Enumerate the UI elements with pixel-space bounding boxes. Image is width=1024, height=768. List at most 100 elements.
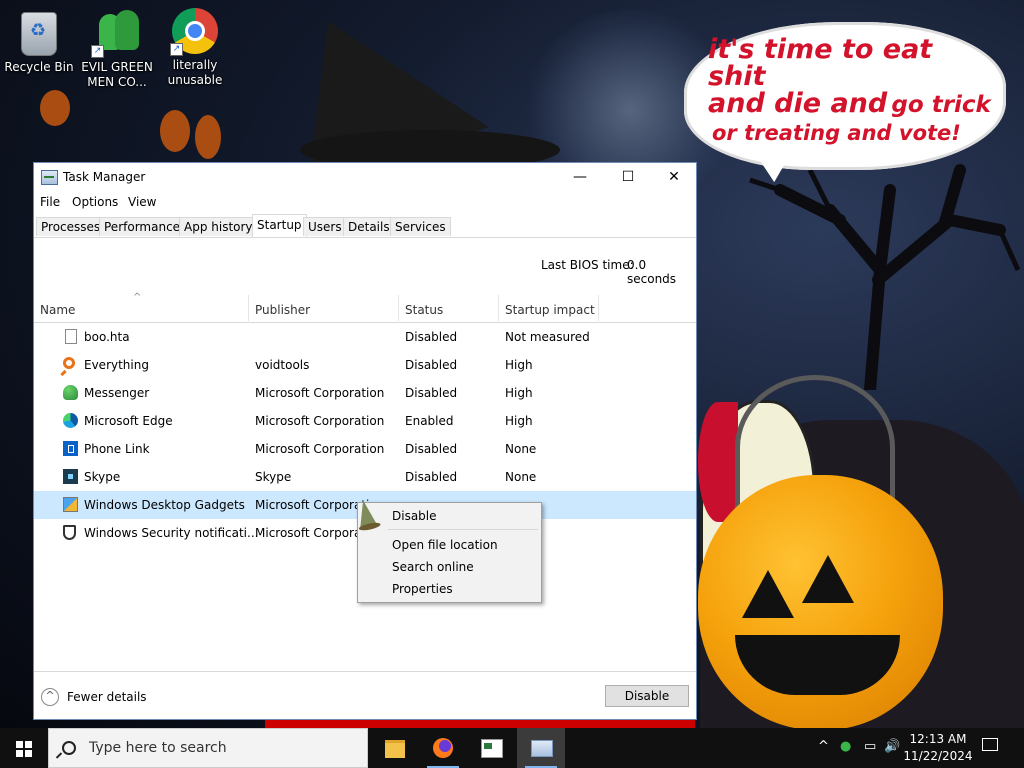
tab-app-history[interactable]: App history: [179, 217, 258, 236]
row-name: boo.hta: [84, 330, 130, 344]
windows-logo-icon: [25, 741, 32, 748]
row-name: Messenger: [84, 386, 150, 400]
tab-services[interactable]: Services: [390, 217, 451, 236]
people-tray-icon[interactable]: ●: [840, 739, 851, 754]
speech-line-2a: and die and: [708, 88, 888, 119]
table-row[interactable]: Skype Skype Disabled None: [34, 463, 696, 491]
column-divider[interactable]: [498, 295, 499, 321]
speech-line-3: or treating and vote!: [712, 121, 961, 145]
start-button[interactable]: [0, 728, 48, 768]
context-menu-separator: [388, 529, 538, 530]
bios-time-label: Last BIOS time:: [541, 258, 634, 272]
desktop-icon-label: literally unusable: [167, 58, 223, 87]
desktop-icon-evil-green-men[interactable]: ↗ EVIL GREEN MEN CO...: [80, 8, 154, 90]
ghost-red-decor: [698, 402, 738, 522]
tab-details[interactable]: Details: [343, 217, 395, 236]
column-name[interactable]: Name: [40, 303, 75, 317]
edge-icon: [63, 413, 78, 428]
column-publisher[interactable]: Publisher: [255, 303, 310, 317]
tab-processes[interactable]: Processes: [36, 217, 106, 236]
row-publisher: Skype: [255, 470, 292, 484]
shield-icon: [63, 525, 76, 540]
disable-button[interactable]: Disable: [605, 685, 689, 707]
close-button[interactable]: ✕: [651, 163, 697, 191]
desktop-icon-label: EVIL GREEN MEN CO...: [81, 60, 153, 89]
table-row[interactable]: Phone Link Microsoft Corporation Disable…: [34, 435, 696, 463]
row-publisher: Microsoft Corporation: [255, 414, 385, 428]
table-row[interactable]: Microsoft Edge Microsoft Corporation Ena…: [34, 407, 696, 435]
column-divider[interactable]: [398, 295, 399, 321]
table-row[interactable]: boo.hta Disabled Not measured: [34, 323, 696, 351]
tab-startup[interactable]: Startup: [252, 214, 307, 237]
shortcut-arrow-icon: ↗: [91, 45, 104, 58]
file-icon: [65, 329, 77, 344]
tab-users[interactable]: Users: [303, 217, 347, 236]
footer-bar: ^ Fewer details Disable: [34, 671, 696, 720]
row-impact: High: [505, 386, 533, 400]
taskbar-clock[interactable]: 12:13 AM 11/22/2024: [900, 731, 976, 765]
maximize-button[interactable]: ☐: [605, 163, 651, 191]
row-publisher: Microsoft Corporation: [255, 442, 385, 456]
row-status: Disabled: [405, 330, 458, 344]
column-status[interactable]: Status: [405, 303, 443, 317]
speech-line-2b: go trick: [891, 92, 991, 118]
row-publisher: Microsoft Corporation: [255, 386, 385, 400]
volume-icon[interactable]: 🔊: [884, 739, 900, 754]
row-name: Microsoft Edge: [84, 414, 173, 428]
context-menu: Disable Open file location Search online…: [357, 502, 542, 603]
context-menu-properties[interactable]: Properties: [392, 582, 453, 596]
taskbar: Type here to search ^ ● ▭ 🔊 12:13 AM 11/…: [0, 728, 1024, 768]
notification-icon[interactable]: [982, 738, 998, 751]
fewer-details-link[interactable]: Fewer details: [67, 690, 147, 704]
speech-bubble-text: it's time to eat shit and die and go tri…: [708, 36, 998, 144]
row-name: Windows Security notificati...: [84, 526, 259, 540]
show-hidden-icons-chevron-icon[interactable]: ^: [818, 739, 829, 754]
menu-file[interactable]: File: [40, 195, 60, 209]
pumpkin-decor-1: [160, 110, 190, 152]
row-impact: None: [505, 442, 537, 456]
news-icon[interactable]: [467, 728, 515, 768]
clock-time: 12:13 AM: [909, 732, 967, 746]
speech-line-1: it's time to eat shit: [708, 34, 933, 92]
column-divider[interactable]: [248, 295, 249, 321]
desktop-icon-chrome[interactable]: ↗ literally unusable: [158, 8, 232, 88]
pumpkin-eye-left: [742, 570, 794, 618]
row-status: Disabled: [405, 358, 458, 372]
taskbar-search-box[interactable]: Type here to search: [48, 728, 368, 768]
clock-date: 11/22/2024: [903, 749, 973, 763]
task-manager-window: Task Manager — ☐ ✕ File Options View Pro…: [33, 162, 697, 720]
table-row[interactable]: Everything voidtools Disabled High: [34, 351, 696, 379]
context-menu-disable[interactable]: Disable: [392, 509, 437, 523]
task-manager-icon: [41, 170, 58, 185]
firefox-icon[interactable]: [419, 728, 467, 768]
column-header-row: ^ Name Publisher Status Startup impact: [34, 292, 696, 323]
file-explorer-icon[interactable]: [371, 728, 419, 768]
context-menu-open-file-location[interactable]: Open file location: [392, 538, 498, 552]
shortcut-arrow-icon: ↗: [170, 43, 183, 56]
recycle-bin-icon: [21, 12, 57, 56]
context-menu-search-online[interactable]: Search online: [392, 560, 474, 574]
search-placeholder: Type here to search: [89, 740, 227, 756]
row-name: Windows Desktop Gadgets: [84, 498, 245, 512]
title-bar[interactable]: Task Manager — ☐ ✕: [34, 163, 696, 191]
row-status: Disabled: [405, 470, 458, 484]
row-status: Disabled: [405, 442, 458, 456]
tab-performance[interactable]: Performance: [99, 217, 186, 236]
minimize-button[interactable]: —: [557, 163, 603, 191]
everything-icon: [63, 357, 75, 369]
messenger-men-icon: ↗: [91, 8, 141, 58]
row-impact: None: [505, 470, 537, 484]
menu-view[interactable]: View: [128, 195, 156, 209]
bios-time-value: 0.0 seconds: [627, 258, 677, 286]
skype-icon: [63, 469, 78, 484]
table-row[interactable]: Messenger Microsoft Corporation Disabled…: [34, 379, 696, 407]
network-icon[interactable]: ▭: [864, 739, 876, 754]
column-startup-impact[interactable]: Startup impact: [505, 303, 595, 317]
row-impact: High: [505, 358, 533, 372]
desktop-icon-recycle-bin[interactable]: Recycle Bin: [2, 8, 76, 75]
menu-options[interactable]: Options: [72, 195, 118, 209]
task-manager-icon[interactable]: [517, 728, 565, 768]
chevron-up-icon[interactable]: ^: [41, 688, 59, 706]
row-status: Enabled: [405, 414, 454, 428]
column-divider[interactable]: [598, 295, 599, 321]
